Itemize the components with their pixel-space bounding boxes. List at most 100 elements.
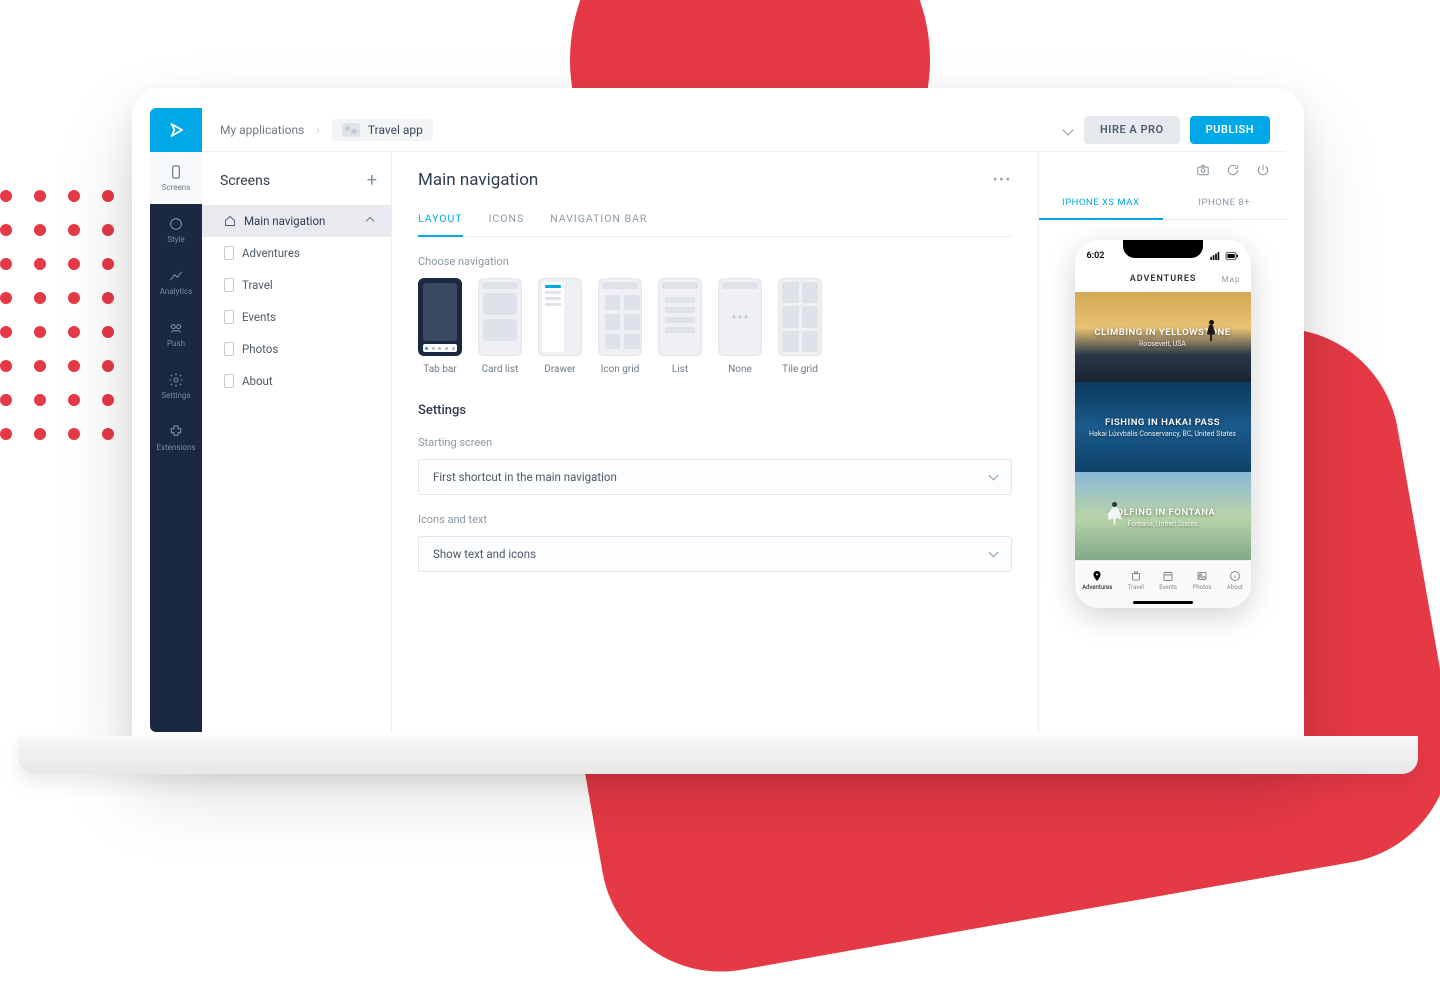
analytics-icon: [168, 268, 184, 284]
refresh-icon[interactable]: [1226, 162, 1240, 181]
screen-item-label: About: [242, 374, 273, 388]
screen-item-adventures[interactable]: Adventures: [202, 237, 391, 269]
top-bar: My applications › Travel app HIRE A PRO …: [150, 108, 1286, 152]
signal-icon: [1210, 252, 1239, 260]
nav-option-tabbar[interactable]: Tab bar: [418, 278, 462, 375]
card-subtitle: Fontana, United States: [1127, 520, 1197, 528]
device-tab-8plus[interactable]: IPHONE 8+: [1163, 187, 1287, 219]
navigation-type-options: Tab bar Card list Drawer Icon grid: [418, 278, 1012, 375]
nav-option-label: Tile grid: [782, 364, 818, 375]
add-screen-button[interactable]: +: [367, 170, 377, 191]
phone-card[interactable]: GOLFING IN FONTANA Fontana, United State…: [1075, 472, 1251, 562]
nav-option-label: Icon grid: [601, 364, 640, 375]
starting-screen-dropdown[interactable]: First shortcut in the main navigation: [418, 459, 1012, 495]
hire-pro-button[interactable]: HIRE A PRO: [1084, 116, 1180, 144]
phone-tab-events[interactable]: Events: [1159, 570, 1177, 591]
phone-notch: [1123, 240, 1203, 258]
screens-panel-title: Screens: [220, 173, 270, 189]
phone-header: ADVENTURES Map: [1075, 266, 1251, 292]
rail-push[interactable]: Push: [150, 308, 202, 360]
home-icon: [224, 215, 236, 227]
editor-title: Main navigation: [418, 170, 538, 190]
device-tabs: IPHONE XS MAX IPHONE 8+: [1039, 187, 1286, 220]
page-icon: [224, 246, 234, 260]
nav-option-none[interactable]: None: [718, 278, 762, 375]
nav-option-label: Card list: [482, 364, 519, 375]
breadcrumb: My applications › Travel app: [202, 119, 433, 141]
tab-navigation-bar[interactable]: NAVIGATION BAR: [550, 212, 647, 236]
sidebar-rail: Screens Style Analytics Push Settings: [150, 152, 202, 732]
screen-item-photos[interactable]: Photos: [202, 333, 391, 365]
breadcrumb-app-label: Travel app: [368, 123, 423, 137]
nav-option-drawer[interactable]: Drawer: [538, 278, 582, 375]
more-options-button[interactable]: •••: [993, 173, 1012, 188]
card-subtitle: Roosevelt, USA: [1139, 340, 1186, 348]
editor-content: Main navigation ••• LAYOUT ICONS NAVIGAT…: [392, 152, 1038, 732]
settings-heading: Settings: [418, 403, 1012, 418]
preview-panel: IPHONE XS MAX IPHONE 8+ 6:02: [1038, 152, 1286, 732]
screen-item-events[interactable]: Events: [202, 301, 391, 333]
screen-item-label: Travel: [242, 278, 273, 292]
rail-settings[interactable]: Settings: [150, 360, 202, 412]
publish-button[interactable]: PUBLISH: [1190, 116, 1270, 144]
nav-option-cardlist[interactable]: Card list: [478, 278, 522, 375]
phone-card[interactable]: FISHING IN HAKAI PASS Hakai Lúxvbálís Co…: [1075, 382, 1251, 472]
screen-item-label: Photos: [242, 342, 278, 356]
nav-option-icongrid[interactable]: Icon grid: [598, 278, 642, 375]
nav-option-tilegrid[interactable]: Tile grid: [778, 278, 822, 375]
card-subtitle: Hakai Lúxvbálís Conservancy, BC, United …: [1089, 430, 1236, 438]
rail-screens[interactable]: Screens: [150, 152, 202, 204]
card-title: GOLFING IN FONTANA: [1110, 507, 1216, 518]
card-title: FISHING IN HAKAI PASS: [1105, 417, 1220, 428]
rail-label: Extensions: [157, 443, 196, 452]
nav-option-label: Drawer: [544, 364, 575, 375]
phone-header-right[interactable]: Map: [1222, 275, 1241, 284]
breadcrumb-root[interactable]: My applications: [220, 123, 304, 137]
phone-time: 6:02: [1087, 251, 1105, 261]
power-icon[interactable]: [1256, 162, 1270, 181]
phone-tab-photos[interactable]: Photos: [1192, 570, 1211, 591]
screen-item-travel[interactable]: Travel: [202, 269, 391, 301]
tab-icons[interactable]: ICONS: [489, 212, 525, 236]
starting-screen-label: Starting screen: [418, 436, 1012, 449]
phone-tab-travel[interactable]: Travel: [1128, 570, 1144, 591]
page-icon: [224, 374, 234, 388]
rail-analytics[interactable]: Analytics: [150, 256, 202, 308]
home-indicator: [1133, 601, 1193, 604]
account-dropdown-icon[interactable]: [1062, 124, 1073, 135]
screen-item-main-navigation[interactable]: Main navigation: [202, 205, 391, 237]
style-icon: [168, 216, 184, 232]
phone-tab-adventures[interactable]: Adventures: [1082, 570, 1112, 591]
screen-item-about[interactable]: About: [202, 365, 391, 397]
editor-tabs: LAYOUT ICONS NAVIGATION BAR: [418, 212, 1012, 237]
page-icon: [224, 310, 234, 324]
screen-item-label: Events: [242, 310, 276, 324]
icons-text-label: Icons and text: [418, 513, 1012, 526]
rail-style[interactable]: Style: [150, 204, 202, 256]
page-icon: [224, 342, 234, 356]
push-icon: [168, 320, 184, 336]
app-logo[interactable]: [150, 108, 202, 152]
phone-preview: 6:02 ADVENTURES Map: [1075, 240, 1251, 608]
nav-option-label: List: [672, 364, 688, 375]
phone-header-title: ADVENTURES: [1105, 274, 1222, 284]
phone-card[interactable]: CLIMBING IN YELLOWSTONE Roosevelt, USA: [1075, 292, 1251, 382]
breadcrumb-app[interactable]: Travel app: [332, 119, 433, 141]
chevron-down-icon: [989, 548, 999, 558]
rail-extensions[interactable]: Extensions: [150, 412, 202, 464]
rail-label: Settings: [161, 391, 190, 400]
chevron-right-icon: ›: [316, 123, 320, 137]
device-tab-xsmax[interactable]: IPHONE XS MAX: [1039, 187, 1163, 220]
page-icon: [224, 278, 234, 292]
nav-option-label: Tab bar: [423, 364, 456, 375]
dropdown-value: Show text and icons: [433, 547, 536, 561]
nav-option-list[interactable]: List: [658, 278, 702, 375]
tab-layout[interactable]: LAYOUT: [418, 212, 463, 237]
chevron-up-icon: [366, 217, 374, 225]
rail-label: Analytics: [160, 287, 193, 296]
screen-item-label: Main navigation: [244, 214, 325, 228]
phone-tab-about[interactable]: About: [1227, 570, 1243, 591]
screenshot-icon[interactable]: [1196, 162, 1210, 181]
extensions-icon: [168, 424, 184, 440]
icons-text-dropdown[interactable]: Show text and icons: [418, 536, 1012, 572]
